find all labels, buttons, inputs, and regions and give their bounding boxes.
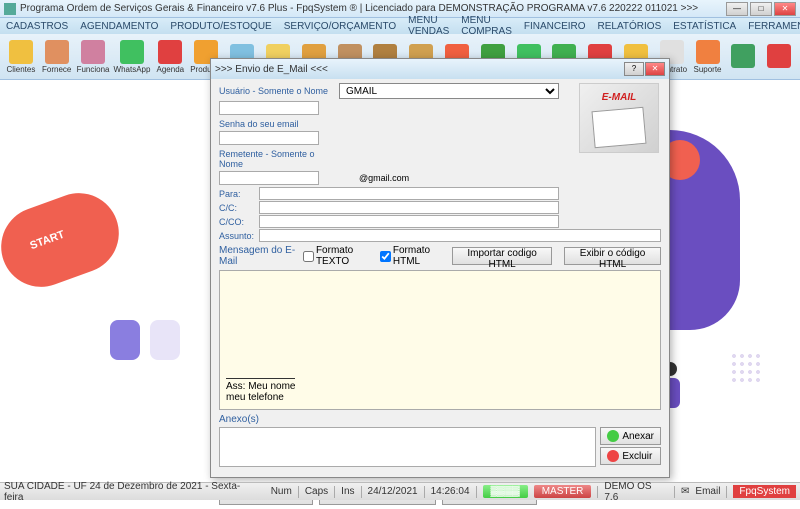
status-time: 14:26:04 — [431, 486, 470, 497]
status-brand: FpqSystem — [733, 485, 796, 498]
provider-select[interactable]: GMAIL — [339, 83, 559, 99]
status-ins: Ins — [341, 486, 354, 497]
email-dialog: >>> Envio de E_Mail <<< ? ✕ Usuário - So… — [210, 58, 670, 478]
sender-input[interactable] — [219, 171, 319, 185]
menu-compras[interactable]: MENU COMPRAS — [461, 15, 512, 37]
toolbar-icon — [158, 40, 182, 64]
excluir-button[interactable]: Excluir — [600, 447, 661, 465]
menu-relatorios[interactable]: RELATÓRIOS — [598, 21, 662, 32]
assunto-label: Assunto: — [219, 231, 259, 241]
status-caps: Caps — [305, 486, 328, 497]
toolbar-icon — [9, 40, 33, 64]
main-area: >>> Envio de E_Mail <<< ? ✕ Usuário - So… — [0, 80, 800, 482]
menu-vendas[interactable]: MENU VENDAS — [408, 15, 449, 37]
toolbar-label: Agenda — [157, 65, 185, 74]
user-label: Usuário - Somente o Nome — [219, 86, 339, 96]
menu-cadastros[interactable]: CADASTROS — [6, 21, 68, 32]
status-date: 24/12/2021 — [368, 486, 418, 497]
status-master: MASTER — [534, 485, 592, 498]
toolbar-label: Fornece — [42, 65, 71, 74]
bg-shape — [150, 320, 180, 360]
pwd-label: Senha do seu email — [219, 119, 339, 129]
menu-servico[interactable]: SERVIÇO/ORÇAMENTO — [284, 21, 396, 32]
status-progress: ▓▓▓▓ — [483, 485, 528, 498]
dialog-titlebar: >>> Envio de E_Mail <<< ? ✕ — [211, 59, 669, 79]
toolbar-icon — [767, 44, 791, 68]
status-num: Num — [271, 486, 292, 497]
toolbar-icon — [120, 40, 144, 64]
bg-shape — [110, 320, 140, 360]
status-demo: DEMO OS 7.6 — [604, 481, 668, 503]
cco-label: C/CO: — [219, 217, 259, 227]
sender-label: Remetente - Somente o Nome — [219, 149, 339, 169]
menubar: CADASTROS AGENDAMENTO PRODUTO/ESTOQUE SE… — [0, 18, 800, 34]
maximize-button[interactable]: □ — [750, 2, 772, 16]
menu-produto[interactable]: PRODUTO/ESTOQUE — [170, 21, 271, 32]
window-controls: — □ ✕ — [726, 2, 796, 16]
menu-agendamento[interactable]: AGENDAMENTO — [80, 21, 158, 32]
menu-financeiro[interactable]: FINANCEIRO — [524, 21, 586, 32]
toolbar-button-3[interactable]: WhatsApp — [113, 36, 152, 78]
toolbar-button-21[interactable] — [762, 36, 796, 78]
toolbar-button-20[interactable] — [726, 36, 760, 78]
app-icon — [4, 3, 16, 15]
fmt-html-check[interactable]: Formato HTML — [380, 245, 446, 267]
bg-start-banner — [0, 182, 130, 298]
dialog-help-button[interactable]: ? — [624, 62, 644, 76]
minimize-button[interactable]: — — [726, 2, 748, 16]
cc-label: C/C: — [219, 203, 259, 213]
cc-input[interactable] — [259, 201, 559, 214]
fmt-texto-check[interactable]: Formato TEXTO — [303, 245, 374, 267]
email-icon — [579, 83, 659, 153]
anexar-button[interactable]: Anexar — [600, 427, 661, 445]
toolbar-label: Clientes — [6, 65, 35, 74]
dialog-title: >>> Envio de E_Mail <<< — [215, 64, 624, 75]
msg-label: Mensagem do E-Mail — [219, 245, 297, 267]
window-title: Programa Ordem de Serviços Gerais & Fina… — [20, 3, 726, 14]
menu-estatistica[interactable]: ESTATÍSTICA — [673, 21, 736, 32]
toolbar-icon — [731, 44, 755, 68]
status-location: SUA CIDADE - UF 24 de Dezembro de 2021 -… — [4, 481, 259, 503]
toolbar-button-2[interactable]: Funciona — [76, 36, 111, 78]
statusbar: SUA CIDADE - UF 24 de Dezembro de 2021 -… — [0, 482, 800, 500]
user-input[interactable] — [219, 101, 319, 115]
menu-ferramentas[interactable]: FERRAMENTAS — [748, 21, 800, 32]
attach-icon — [607, 430, 619, 442]
para-input[interactable] — [259, 187, 559, 200]
pwd-input[interactable] — [219, 131, 319, 145]
para-label: Para: — [219, 189, 259, 199]
exibir-html-button[interactable]: Exibir o código HTML — [564, 247, 661, 265]
anexos-list[interactable] — [219, 427, 596, 467]
close-button[interactable]: ✕ — [774, 2, 796, 16]
anexos-label: Anexo(s) — [219, 414, 661, 425]
toolbar-icon — [45, 40, 69, 64]
toolbar-icon — [81, 40, 105, 64]
message-textarea[interactable]: Ass: Meu nome meu telefone — [219, 270, 661, 410]
window-titlebar: Programa Ordem de Serviços Gerais & Fina… — [0, 0, 800, 18]
bg-dots — [730, 352, 760, 382]
mail-icon: ✉ — [681, 486, 689, 497]
toolbar-button-1[interactable]: Fornece — [40, 36, 74, 78]
toolbar-button-4[interactable]: Agenda — [153, 36, 187, 78]
toolbar-label: Suporte — [693, 65, 721, 74]
toolbar-button-0[interactable]: Clientes — [4, 36, 38, 78]
signature: Ass: Meu nome meu telefone — [226, 378, 295, 403]
domain-text: @gmail.com — [359, 173, 409, 183]
status-email: Email — [695, 486, 720, 497]
cco-input[interactable] — [259, 215, 559, 228]
toolbar-label: WhatsApp — [114, 65, 151, 74]
delete-icon — [607, 450, 619, 462]
dialog-close-button[interactable]: ✕ — [645, 62, 665, 76]
toolbar-icon — [696, 40, 720, 64]
assunto-input[interactable] — [259, 229, 661, 242]
toolbar-button-19[interactable]: Suporte — [691, 36, 725, 78]
import-html-button[interactable]: Importar codigo HTML — [452, 247, 552, 265]
toolbar-label: Funciona — [77, 65, 110, 74]
